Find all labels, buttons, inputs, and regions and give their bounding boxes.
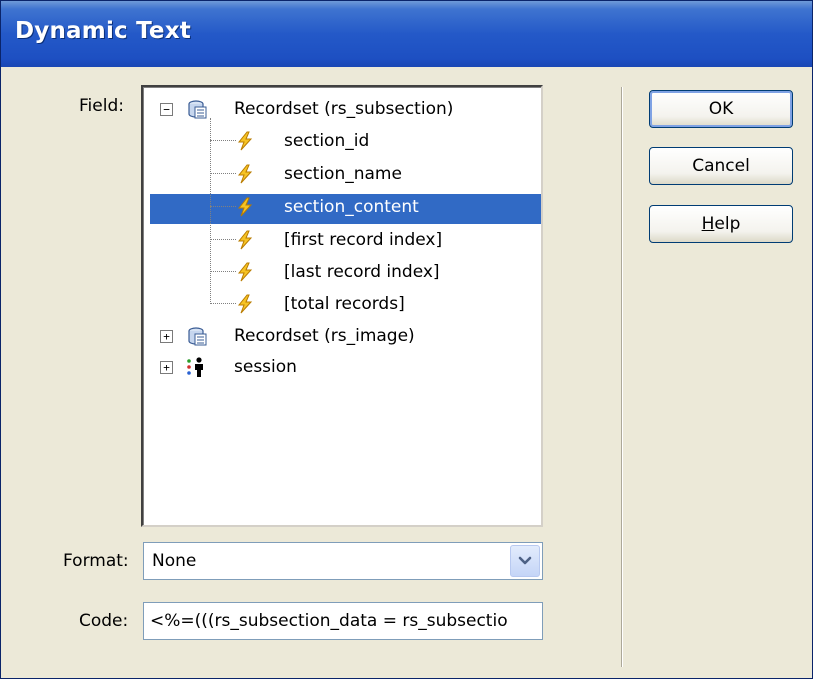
lightning-icon	[237, 164, 253, 184]
dialog-title: Dynamic Text	[15, 18, 191, 44]
tree-item-section-name[interactable]: section_name	[144, 159, 541, 189]
field-label: Field:	[79, 96, 124, 116]
chevron-down-icon	[518, 556, 532, 565]
vertical-divider	[621, 87, 623, 667]
code-field[interactable]: <%=(((rs_subsection_data = rs_subsectio	[143, 602, 543, 640]
recordset-icon	[188, 100, 207, 119]
code-label: Code:	[79, 611, 129, 631]
format-select[interactable]: None	[143, 542, 543, 580]
help-button[interactable]: Help	[649, 205, 793, 243]
tree-item-last-record-index[interactable]: [last record index]	[144, 257, 541, 287]
lightning-icon	[237, 197, 253, 217]
cancel-button[interactable]: Cancel	[649, 147, 793, 185]
expand-icon[interactable]: +	[160, 361, 173, 374]
tree-item-label: [total records]	[284, 294, 405, 314]
help-mnemonic: H	[701, 214, 715, 234]
tree-item-label: section_name	[284, 164, 402, 184]
tree-node-label: Recordset (rs_subsection)	[234, 99, 454, 119]
session-icon	[187, 357, 203, 377]
tree-node-rs-subsection[interactable]: − Recordset (rs_subsection)	[144, 94, 541, 124]
tree-item-label: section_id	[284, 131, 370, 151]
title-bar[interactable]: Dynamic Text	[1, 1, 812, 67]
recordset-icon	[188, 327, 207, 346]
tree-node-session[interactable]: + session	[144, 352, 541, 382]
collapse-icon[interactable]: −	[160, 103, 173, 116]
expand-icon[interactable]: +	[160, 330, 173, 343]
format-label: Format:	[63, 551, 129, 571]
tree-item-total-records[interactable]: [total records]	[144, 289, 541, 319]
tree-item-first-record-index[interactable]: [first record index]	[144, 225, 541, 255]
tree-item-label: [last record index]	[284, 262, 440, 282]
format-dropdown-button[interactable]	[510, 545, 540, 577]
tree-node-label: Recordset (rs_image)	[234, 326, 415, 346]
field-tree[interactable]: − Recordset (rs_subsection) section_id s…	[141, 85, 543, 527]
lightning-icon	[237, 294, 253, 314]
tree-item-label: [first record index]	[284, 230, 443, 250]
format-value: None	[152, 551, 197, 571]
ok-button[interactable]: OK	[649, 90, 793, 128]
dynamic-text-dialog: Dynamic Text Field: − Recordset (rs_subs…	[0, 0, 813, 679]
lightning-icon	[237, 230, 253, 250]
tree-item-label: section_content	[284, 197, 419, 217]
tree-item-section-content[interactable]: section_content	[144, 192, 541, 222]
lightning-icon	[237, 131, 253, 151]
help-label-rest: elp	[714, 214, 741, 234]
lightning-icon	[237, 262, 253, 282]
tree-node-label: session	[234, 357, 297, 377]
tree-viewport: − Recordset (rs_subsection) section_id s…	[143, 87, 541, 525]
code-value: <%=(((rs_subsection_data = rs_subsectio	[150, 611, 508, 631]
tree-node-rs-image[interactable]: + Recordset (rs_image)	[144, 321, 541, 351]
tree-item-section-id[interactable]: section_id	[144, 126, 541, 156]
